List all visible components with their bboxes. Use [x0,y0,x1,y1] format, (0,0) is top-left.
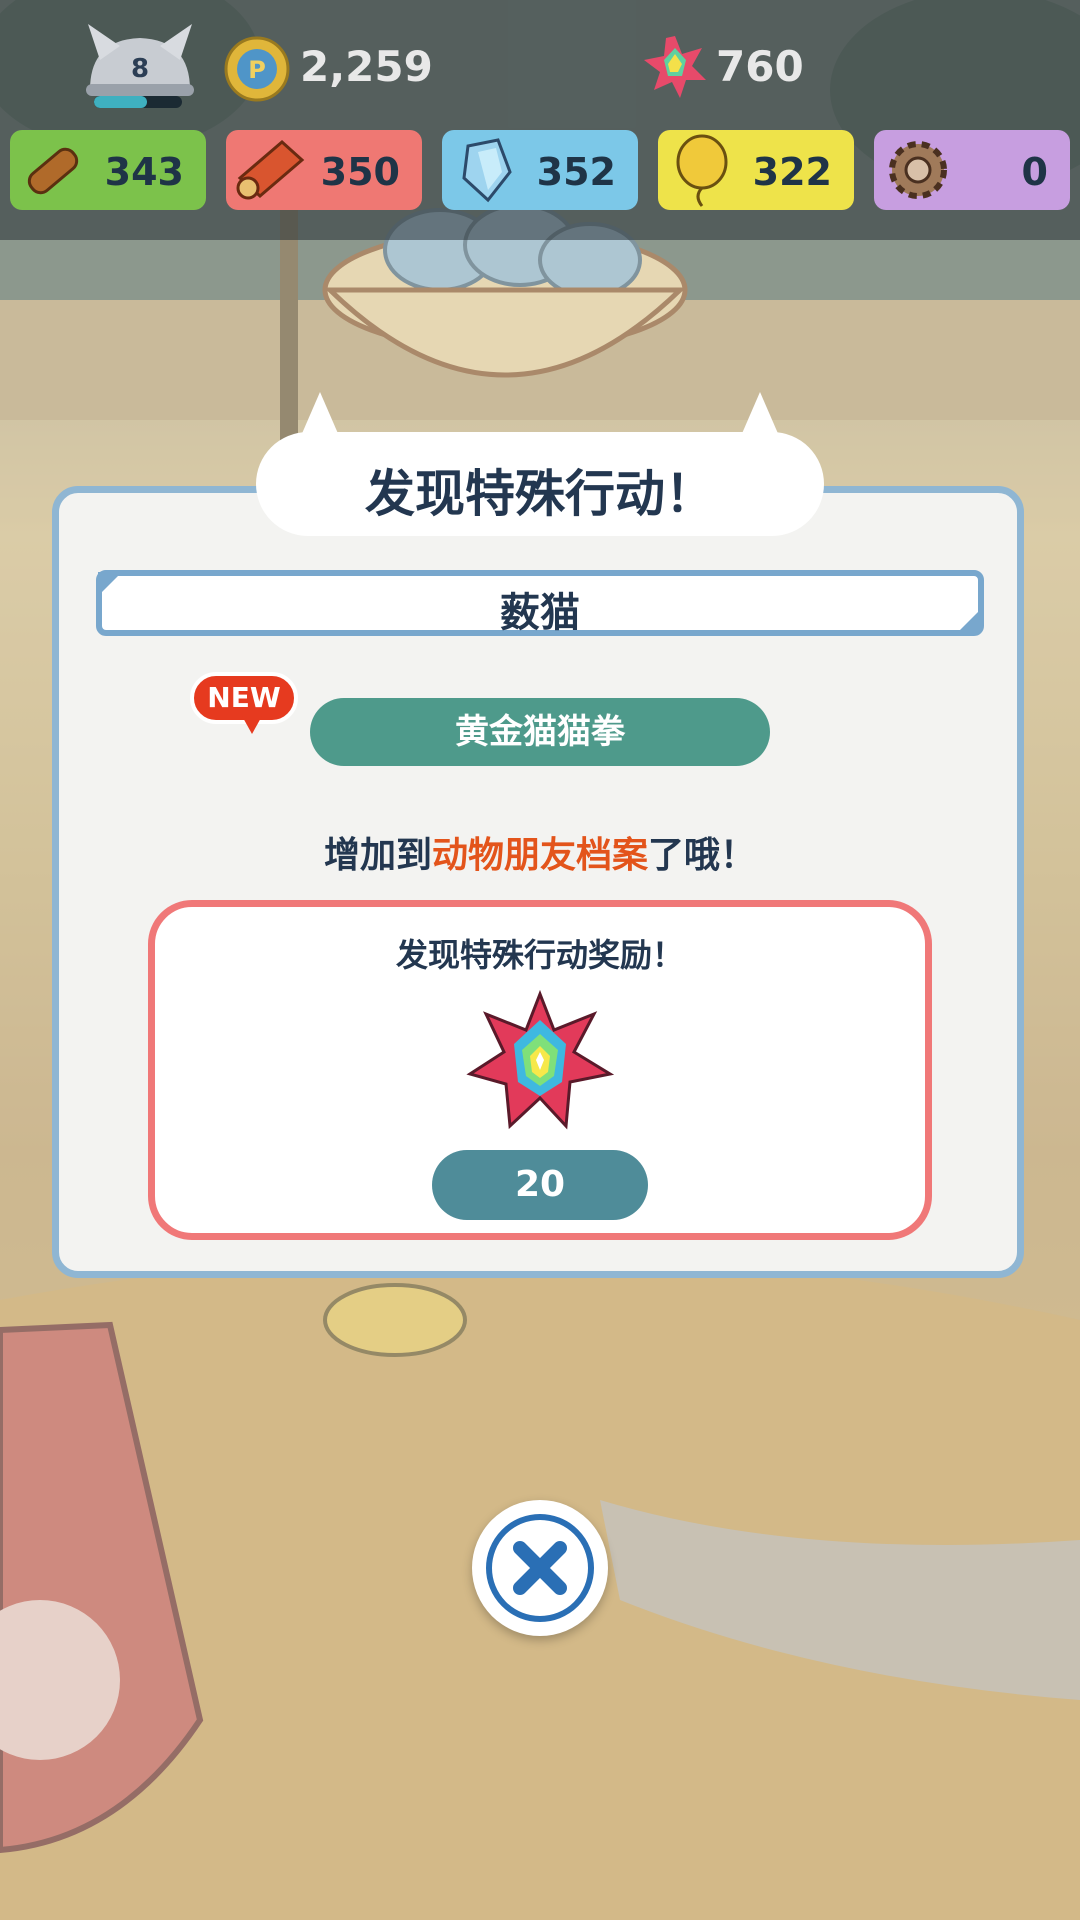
gear-icon [889,141,947,199]
resource-log-count: 343 [104,150,184,194]
close-icon [513,1541,567,1595]
animal-name: 薮猫 [500,590,580,636]
message-prefix: 增加到 [323,835,432,876]
gem-count: 760 [716,42,804,91]
resource-balloon[interactable]: 322 [658,130,854,210]
rainbow-gem-icon [644,36,706,98]
svg-text:P: P [248,56,266,84]
scroll-icon [236,140,305,200]
message-suffix: 了哦！ [648,835,757,876]
coin-icon: P [224,36,290,102]
coin-count: 2,259 [300,42,433,91]
resource-gear[interactable]: 0 [874,130,1070,210]
resource-crystal-count: 352 [536,150,616,194]
resource-balloon-count: 322 [752,150,832,194]
log-icon [27,147,79,195]
resource-scroll-count: 350 [320,150,400,194]
added-to-profile-message: 增加到动物朋友档案了哦！ [0,826,1080,878]
level-progress-bar [94,96,182,108]
dialog-title: 发现特殊行动！ [365,465,715,523]
level-number: 8 [130,54,150,84]
balloon-icon [676,134,728,207]
level-progress-fill [94,96,147,108]
close-button[interactable] [472,1500,608,1636]
top-hud: 8 P 2,259 760 343 350 352 322 0 [0,0,1080,240]
resource-scroll[interactable]: 350 [226,130,422,210]
reward-count: 20 [432,1150,648,1220]
resource-gear-count: 0 [1021,150,1048,194]
reward-title: 发现特殊行动奖励！ [395,936,684,974]
animal-friends-profile-link: 动物朋友档案 [431,835,648,876]
resource-crystal[interactable]: 352 [442,130,638,210]
new-badge-tail [242,716,262,734]
crystal-icon [462,138,512,203]
resource-log[interactable]: 343 [10,130,206,210]
action-name: 黄金猫猫拳 [310,698,770,766]
rainbow-gem-icon [466,990,614,1130]
